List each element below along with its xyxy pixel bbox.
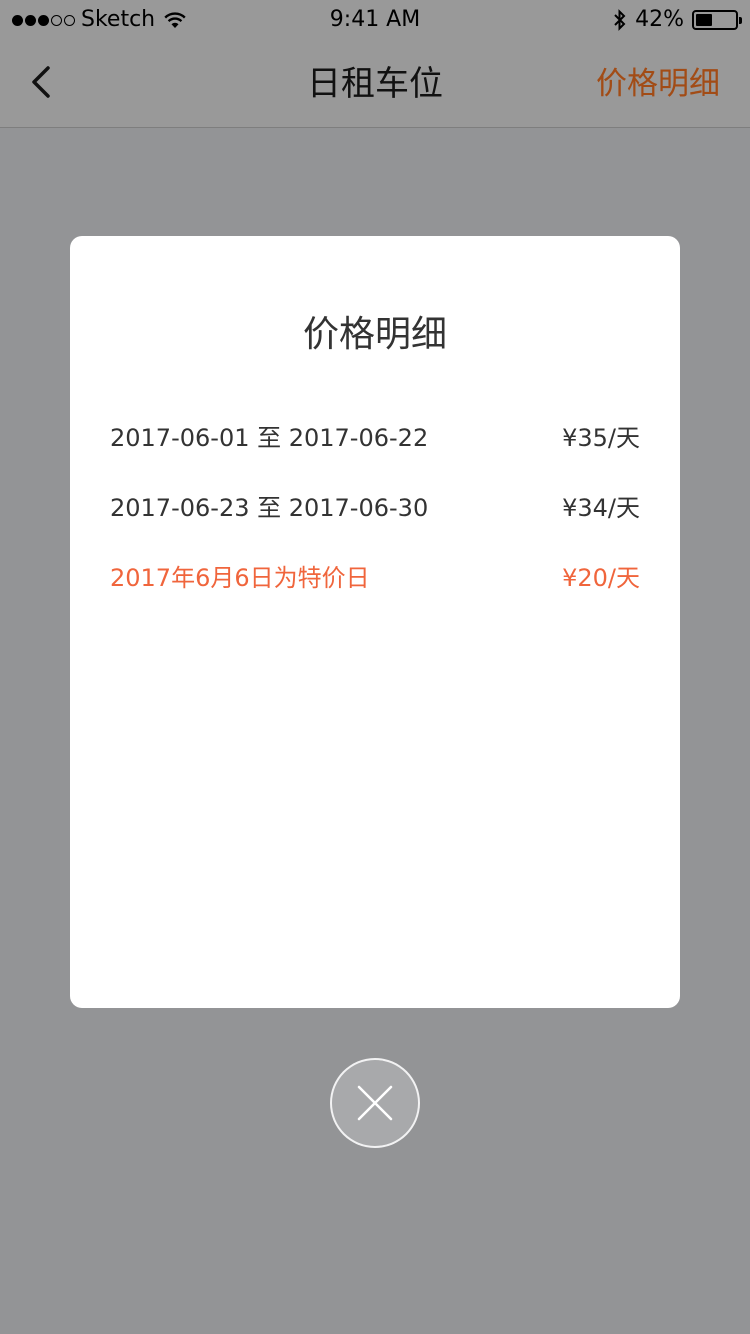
modal-title: 价格明细 [302,314,447,355]
special-price-value: ¥20/天 [562,563,640,592]
status-right: 42% [613,7,742,33]
navigation-bar: 日租车位 价格明细 [0,40,750,128]
close-icon [357,1085,393,1121]
close-button[interactable] [330,1058,420,1148]
price-detail-button[interactable]: 价格明细 [596,62,720,106]
status-bar: Sketch 9:41 AM 42% [0,0,750,40]
battery-icon [692,10,742,30]
price-row-range: 2017-06-01 至 2017-06-22 [110,423,429,452]
special-price-row: 2017年6月6日为特价日 ¥20/天 [110,555,640,595]
price-row-price: ¥34/天 [562,493,640,522]
price-detail-modal: 价格明细 2017-06-01 至 2017-06-22 ¥35/天 2017-… [70,236,680,1008]
price-row-range: 2017-06-23 至 2017-06-30 [110,493,429,522]
price-row: 2017-06-23 至 2017-06-30 ¥34/天 [110,485,640,525]
special-price-note: 2017年6月6日为特价日 [110,563,370,592]
price-row-price: ¥35/天 [562,423,640,452]
battery-fill [696,14,712,26]
price-row: 2017-06-01 至 2017-06-22 ¥35/天 [110,415,640,455]
battery-percent: 42% [635,7,684,32]
bluetooth-icon [614,9,626,31]
battery-tip [739,17,742,24]
